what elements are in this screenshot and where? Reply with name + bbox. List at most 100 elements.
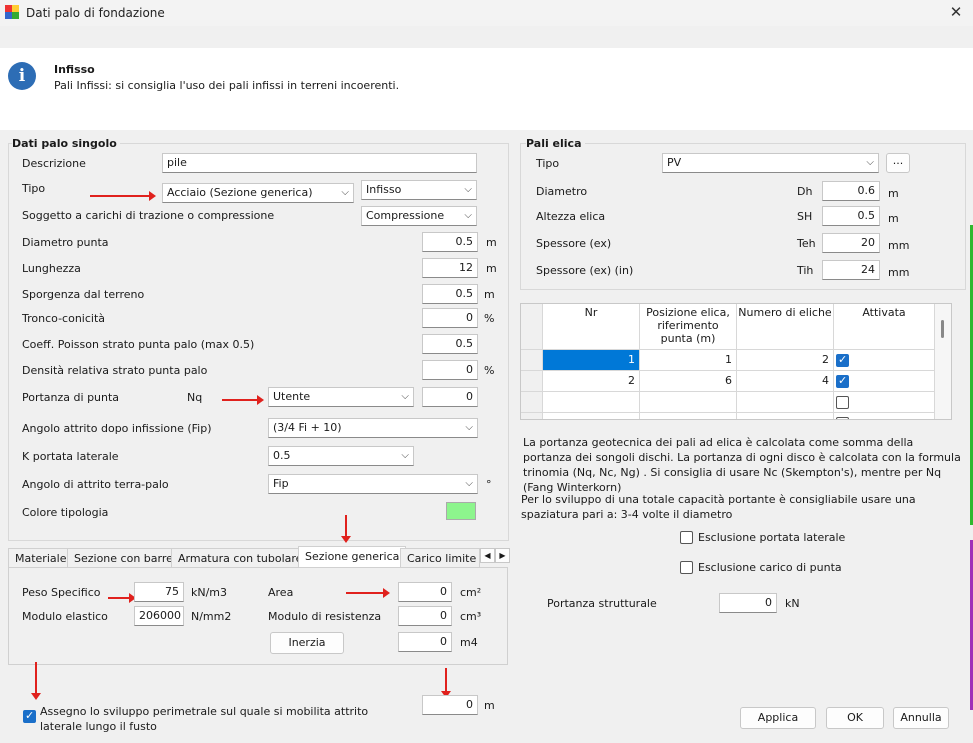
tab-carico-limite[interactable]: Carico limite o <box>400 548 480 568</box>
perimetro-label: Assegno lo sviluppo perimetrale sul qual… <box>40 705 369 733</box>
perimetro-input[interactable]: 0 <box>422 695 478 715</box>
angolo-tp-select-value: Fip <box>273 477 289 490</box>
colore-swatch[interactable] <box>446 502 476 520</box>
strutturale-unit: kN <box>785 597 800 610</box>
applica-button[interactable]: Applica <box>740 707 816 729</box>
row-header[interactable] <box>521 350 543 371</box>
elica-spessorein-input[interactable]: 24 <box>822 260 880 280</box>
grid-cell-numero[interactable]: 4 <box>737 371 834 392</box>
esclusione-laterale-checkbox[interactable] <box>680 531 693 544</box>
angolo-select-value: (3/4 Fi + 10) <box>273 421 342 434</box>
grid-header-attivata[interactable]: Attivata <box>834 304 935 350</box>
row-header[interactable] <box>521 413 543 419</box>
annotation-arrow <box>108 593 136 603</box>
grid-cell-posizione[interactable]: 6 <box>640 371 737 392</box>
tab-armatura-tubolare[interactable]: Armatura con tubolare <box>171 548 310 568</box>
tipo2-select[interactable]: Infisso ⌵ <box>361 180 477 200</box>
tab-sezione-barre[interactable]: Sezione con barre <box>67 548 180 568</box>
modulo-input[interactable]: 206000 <box>134 606 184 626</box>
esclusione-punta-checkbox[interactable] <box>680 561 693 574</box>
tab-scroll-right-icon[interactable]: ▶ <box>495 548 510 563</box>
grid-scrollbar[interactable] <box>935 304 951 419</box>
elica-tipo-value: PV <box>667 156 682 169</box>
elica-grid[interactable]: Nr Posizione elica, riferimento punta (m… <box>520 303 952 420</box>
grid-cell-empty[interactable] <box>640 413 737 419</box>
portanza-select[interactable]: Utente ⌵ <box>268 387 414 407</box>
k-select[interactable]: 0.5 ⌵ <box>268 446 414 466</box>
row-header[interactable] <box>521 392 543 413</box>
grid-cell-nr[interactable] <box>543 392 640 413</box>
perimetro-checkbox[interactable] <box>23 709 36 723</box>
tab-materiale[interactable]: Materiale <box>8 548 74 568</box>
grid-cell-nr[interactable]: 1 <box>543 350 640 371</box>
grid-cell-posizione[interactable] <box>640 392 737 413</box>
elica-note-2: Per lo sviluppo di una totale capacità p… <box>521 493 916 521</box>
elica-spessore-label: Spessore (ex) <box>536 237 612 250</box>
diametro-label: Diametro punta <box>22 236 109 249</box>
elica-spessore-sym: Teh <box>797 237 816 250</box>
densita-label: Densità relativa strato punta palo <box>22 364 208 377</box>
grid-cell-numero[interactable]: 2 <box>737 350 834 371</box>
poisson-input[interactable]: 0.5 <box>422 334 478 354</box>
elica-diametro-input[interactable]: 0.6 <box>822 181 880 201</box>
row-header[interactable] <box>521 371 543 392</box>
modres-input[interactable]: 0 <box>398 606 452 626</box>
grid-header-numero[interactable]: Numero di eliche <box>737 304 834 350</box>
elica-more-button[interactable]: ... <box>886 153 910 173</box>
grid-scrollbar-thumb[interactable] <box>941 320 944 338</box>
area-input[interactable]: 0 <box>398 582 452 602</box>
grid-cell-posizione[interactable]: 1 <box>640 350 737 371</box>
lunghezza-input[interactable]: 12 <box>422 258 478 278</box>
grid-cell-attivata <box>834 392 935 413</box>
info-icon: i <box>8 62 36 90</box>
esclusione-laterale-label: Esclusione portata laterale <box>698 531 846 544</box>
ok-button[interactable]: OK <box>826 707 884 729</box>
angolo-tp-select[interactable]: Fip ⌵ <box>268 474 478 494</box>
elica-altezza-input[interactable]: 0.5 <box>822 206 880 226</box>
annotation-arrow <box>346 588 390 598</box>
chevron-down-icon: ⌵ <box>401 391 409 402</box>
modres-label: Modulo di resistenza <box>268 610 382 623</box>
elica-spessore-input[interactable]: 20 <box>822 233 880 253</box>
grid-cell-empty[interactable] <box>737 413 834 419</box>
chevron-down-icon: ⌵ <box>465 422 473 433</box>
angolo-select[interactable]: (3/4 Fi + 10) ⌵ <box>268 418 478 438</box>
close-icon[interactable]: ✕ <box>944 2 968 22</box>
attivata-checkbox[interactable] <box>836 417 849 419</box>
grid-cell-empty[interactable] <box>543 413 640 419</box>
grid-cell-nr[interactable]: 2 <box>543 371 640 392</box>
grid-header-posizione[interactable]: Posizione elica, riferimento punta (m) <box>640 304 737 350</box>
strutturale-input[interactable]: 0 <box>719 593 777 613</box>
tipo-select-value: Acciaio (Sezione generica) <box>167 186 313 199</box>
grid-header-nr[interactable]: Nr <box>543 304 640 350</box>
soggetto-select[interactable]: Compressione ⌵ <box>361 206 477 226</box>
annulla-button[interactable]: Annulla <box>893 707 949 729</box>
densita-unit: % <box>484 364 495 377</box>
header-title: Infisso <box>54 63 95 76</box>
elica-spessore-unit: mm <box>888 239 910 252</box>
sporgenza-input[interactable]: 0.5 <box>422 284 478 304</box>
diametro-input[interactable]: 0.5 <box>422 232 478 252</box>
attivata-checkbox[interactable] <box>836 374 849 388</box>
tab-sezione-generica[interactable]: Sezione generica <box>298 546 407 568</box>
tab-scroll-left-icon[interactable]: ◀ <box>480 548 495 563</box>
chevron-down-icon: ⌵ <box>341 187 349 198</box>
chevron-down-icon: ⌵ <box>464 184 472 195</box>
descrizione-label: Descrizione <box>22 157 86 170</box>
grid-cell-numero[interactable] <box>737 392 834 413</box>
title-bar: Dati palo di fondazione ✕ <box>0 0 973 26</box>
annotation-arrow <box>222 395 264 405</box>
densita-input[interactable]: 0 <box>422 360 478 380</box>
tronco-input[interactable]: 0 <box>422 308 478 328</box>
inerzia-input[interactable]: 0 <box>398 632 452 652</box>
peso-input[interactable]: 75 <box>134 582 184 602</box>
sporgenza-unit: m <box>484 288 495 301</box>
descrizione-input[interactable]: pile <box>162 153 477 173</box>
portanza-input[interactable]: 0 <box>422 387 478 407</box>
inerzia-button[interactable]: Inerzia <box>270 632 344 654</box>
elica-altezza-sym: SH <box>797 210 813 223</box>
elica-tipo-select[interactable]: PV ⌵ <box>662 153 879 173</box>
attivata-checkbox[interactable] <box>836 396 849 409</box>
attivata-checkbox[interactable] <box>836 353 849 367</box>
tipo-select[interactable]: Acciaio (Sezione generica) ⌵ <box>162 183 354 203</box>
